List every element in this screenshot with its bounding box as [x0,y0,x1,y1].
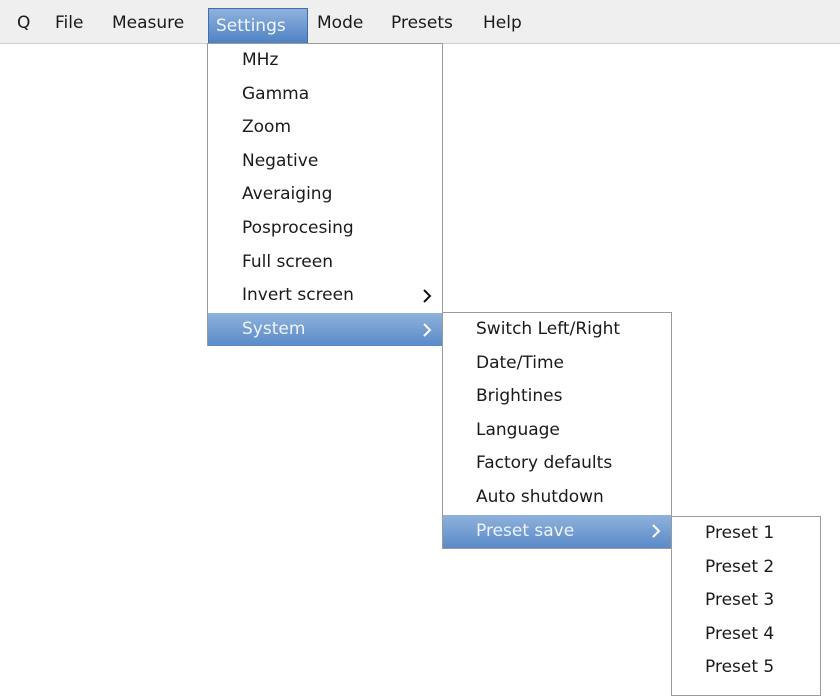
menu-item-label: Full screen [242,251,333,272]
settings-item-negative[interactable]: Negative [208,145,442,179]
menu-bar: Q File Measure Settings Mode Presets Hel… [0,0,840,44]
menu-item-label: Factory defaults [476,453,613,474]
menu-settings[interactable]: Settings [208,8,308,43]
menu-item-label: Averaiging [242,184,333,205]
menu-item-label: Invert screen [242,285,354,306]
system-item-preset-save[interactable]: Preset save [443,514,671,549]
chevron-right-icon [422,279,434,313]
menu-item-label: Auto shutdown [476,486,604,507]
settings-item-averaging[interactable]: Averaiging [208,178,442,212]
menu-item-label: Preset 1 [705,523,775,543]
menu-help[interactable]: Help [478,10,527,36]
menu-item-label: Brightines [476,386,563,407]
menu-item-label: Language [476,419,560,440]
menu-item-label: Preset save [476,520,575,541]
menu-item-label: Gamma [242,83,310,104]
system-submenu: Switch Left/Right Date/Time Brightines L… [442,312,672,549]
system-item-language[interactable]: Language [443,414,671,448]
settings-item-invert-screen[interactable]: Invert screen [208,279,442,313]
settings-item-gamma[interactable]: Gamma [208,78,442,112]
preset-item-3[interactable]: Preset 3 [672,584,820,618]
menu-item-label: Preset 3 [705,590,775,611]
menu-item-label: System [242,318,306,339]
menu-mode[interactable]: Mode [312,10,368,36]
menu-item-label: Posprocesing [242,217,354,238]
menu-item-label: MHz [242,50,279,70]
system-item-brightness[interactable]: Brightines [443,380,671,414]
settings-item-full-screen[interactable]: Full screen [208,246,442,280]
chevron-right-icon [422,313,434,347]
chevron-right-icon [651,515,663,549]
settings-item-postprocessing[interactable]: Posprocesing [208,212,442,246]
preset-item-2[interactable]: Preset 2 [672,551,820,585]
system-item-date-time[interactable]: Date/Time [443,347,671,381]
menu-item-label: Preset 4 [705,623,775,644]
menu-item-label: Preset 5 [705,657,775,678]
settings-item-mhz[interactable]: MHz [208,44,442,78]
menu-item-label: Switch Left/Right [476,319,621,339]
system-item-factory-defaults[interactable]: Factory defaults [443,447,671,481]
preset-item-4[interactable]: Preset 4 [672,618,820,652]
system-item-switch-left-right[interactable]: Switch Left/Right [443,313,671,347]
settings-dropdown: MHz Gamma Zoom Negative Averaiging Pospr… [207,43,443,347]
menu-q[interactable]: Q [12,10,35,36]
menu-presets[interactable]: Presets [386,10,458,36]
system-item-auto-shutdown[interactable]: Auto shutdown [443,481,671,515]
settings-item-zoom[interactable]: Zoom [208,111,442,145]
menu-item-label: Negative [242,150,319,171]
menu-item-label: Zoom [242,117,292,138]
preset-item-1[interactable]: Preset 1 [672,517,820,551]
preset-item-5[interactable]: Preset 5 [672,651,820,685]
menu-measure[interactable]: Measure [107,10,189,36]
settings-item-system[interactable]: System [208,312,442,347]
menu-item-label: Preset 2 [705,556,775,577]
menu-file[interactable]: File [50,10,88,36]
menu-item-label: Date/Time [476,352,564,373]
preset-save-submenu: Preset 1 Preset 2 Preset 3 Preset 4 Pres… [671,516,821,696]
